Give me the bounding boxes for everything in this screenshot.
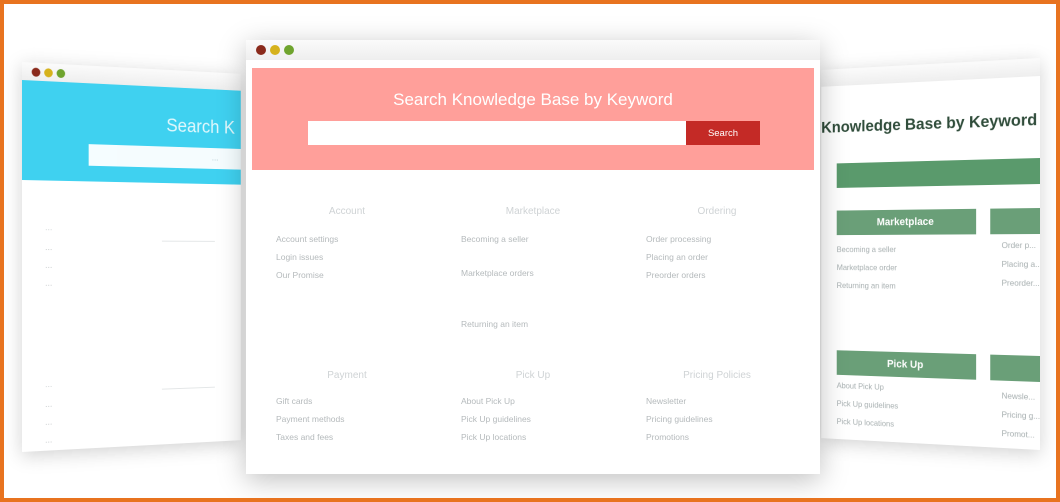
category-link[interactable]: Our Promise <box>276 270 324 280</box>
right-list-item[interactable]: Pick Up guidelines <box>837 398 899 410</box>
left-section-1: ... ... ... ... <box>45 222 52 296</box>
category-link[interactable]: Order processing <box>646 234 711 244</box>
center-browser-window: Search Knowledge Base by Keyword Search … <box>246 40 820 474</box>
left-section-item[interactable]: ... <box>45 278 52 288</box>
category-link[interactable]: Marketplace orders <box>461 268 534 278</box>
right-list-item[interactable]: About Pick Up <box>837 380 899 392</box>
left-divider <box>161 240 215 242</box>
right-list-item[interactable]: Becoming a seller <box>837 244 897 254</box>
left-section-item[interactable]: ... <box>45 260 52 270</box>
category-heading: Account <box>328 206 366 217</box>
right-list-item[interactable]: Promot... <box>1002 428 1040 440</box>
right-section-partial-header[interactable] <box>990 354 1040 382</box>
maximize-dot-icon[interactable] <box>284 45 294 55</box>
right-partial-items-bottom: Newsle... Pricing g... Promot... <box>1002 391 1040 449</box>
minimize-dot-icon[interactable] <box>44 67 53 78</box>
category-link[interactable]: Pick Up locations <box>461 432 526 442</box>
left-section-item[interactable]: ... <box>45 417 52 427</box>
right-list-item[interactable]: Newsle... <box>1002 391 1040 402</box>
right-window-titlebar <box>821 58 1040 87</box>
right-section-pickup-header[interactable]: Pick Up <box>836 350 977 380</box>
category-heading: Payment <box>327 370 367 381</box>
right-list-item[interactable]: Returning an item <box>837 280 897 290</box>
right-browser-window: Knowledge Base by Keyword Marketplace Be… <box>821 58 1040 450</box>
right-section-marketplace-header[interactable]: Marketplace <box>836 208 977 236</box>
category-heading: Pick Up <box>515 370 551 381</box>
right-list-item[interactable]: Pricing g... <box>1002 409 1040 421</box>
maximize-dot-icon[interactable] <box>56 68 66 78</box>
category-link[interactable]: Pricing guidelines <box>646 414 713 424</box>
category-heading: Pricing Policies <box>683 370 751 381</box>
close-dot-icon[interactable] <box>256 45 266 55</box>
right-banner-title: Knowledge Base by Keyword <box>821 110 1038 137</box>
right-section-partial-header[interactable] <box>990 208 1040 235</box>
category-link[interactable]: Pick Up guidelines <box>461 414 531 424</box>
category-link[interactable]: About Pick Up <box>461 396 515 406</box>
left-section-item[interactable]: ... <box>45 399 52 409</box>
right-list-item[interactable]: Marketplace order <box>837 262 897 272</box>
left-search-banner: Search K ... <box>22 80 241 185</box>
category-link[interactable]: Returning an item <box>461 319 528 329</box>
left-search-input[interactable]: ... <box>88 144 241 170</box>
right-list-item[interactable]: Pick Up locations <box>837 416 899 429</box>
left-section-heading: ... <box>45 222 53 233</box>
minimize-dot-icon[interactable] <box>270 45 280 55</box>
category-link[interactable]: Account settings <box>276 234 338 244</box>
category-link[interactable]: Payment methods <box>276 414 345 424</box>
banner-title: Search Knowledge Base by Keyword <box>393 90 673 109</box>
category-heading: Marketplace <box>505 206 561 217</box>
category-link[interactable]: Taxes and fees <box>276 432 333 442</box>
right-list-item[interactable]: Order p... <box>1002 240 1040 250</box>
left-banner-title: Search K <box>166 115 235 139</box>
left-search-placeholder: ... <box>211 152 219 163</box>
category-link[interactable]: Login issues <box>276 252 323 262</box>
right-partial-items-top: Order p... Placing a... Preorder... <box>1002 240 1040 297</box>
search-button[interactable]: Search <box>686 121 760 145</box>
search-input[interactable] <box>308 121 688 145</box>
right-list-item[interactable]: Placing a... <box>1002 259 1040 269</box>
category-link[interactable]: Preorder orders <box>646 270 706 280</box>
category-link[interactable]: Promotions <box>646 432 689 442</box>
left-section-2: ... ... ... ... <box>45 379 52 452</box>
category-link[interactable]: Newsletter <box>646 396 686 406</box>
category-heading: Ordering <box>697 206 737 217</box>
left-section-heading: ... <box>45 378 53 390</box>
left-browser-window: Search K ... ... ... ... ... ... ... ...… <box>22 62 241 452</box>
category-link[interactable]: Becoming a seller <box>461 234 529 244</box>
right-list-item[interactable]: Preorder... <box>1002 278 1040 288</box>
close-dot-icon[interactable] <box>31 67 41 77</box>
left-section-item[interactable]: ... <box>45 434 52 444</box>
left-section-item[interactable]: ... <box>45 242 52 252</box>
right-marketplace-items: Becoming a seller Marketplace order Retu… <box>837 244 897 299</box>
left-divider <box>161 386 215 390</box>
search-banner: Search Knowledge Base by Keyword Search <box>252 68 814 170</box>
right-search-bar[interactable] <box>836 158 1040 188</box>
category-link[interactable]: Placing an order <box>646 252 708 262</box>
category-link[interactable]: Gift cards <box>276 396 312 406</box>
right-pickup-items: About Pick Up Pick Up guidelines Pick Up… <box>837 380 899 437</box>
center-window-titlebar <box>246 40 820 60</box>
